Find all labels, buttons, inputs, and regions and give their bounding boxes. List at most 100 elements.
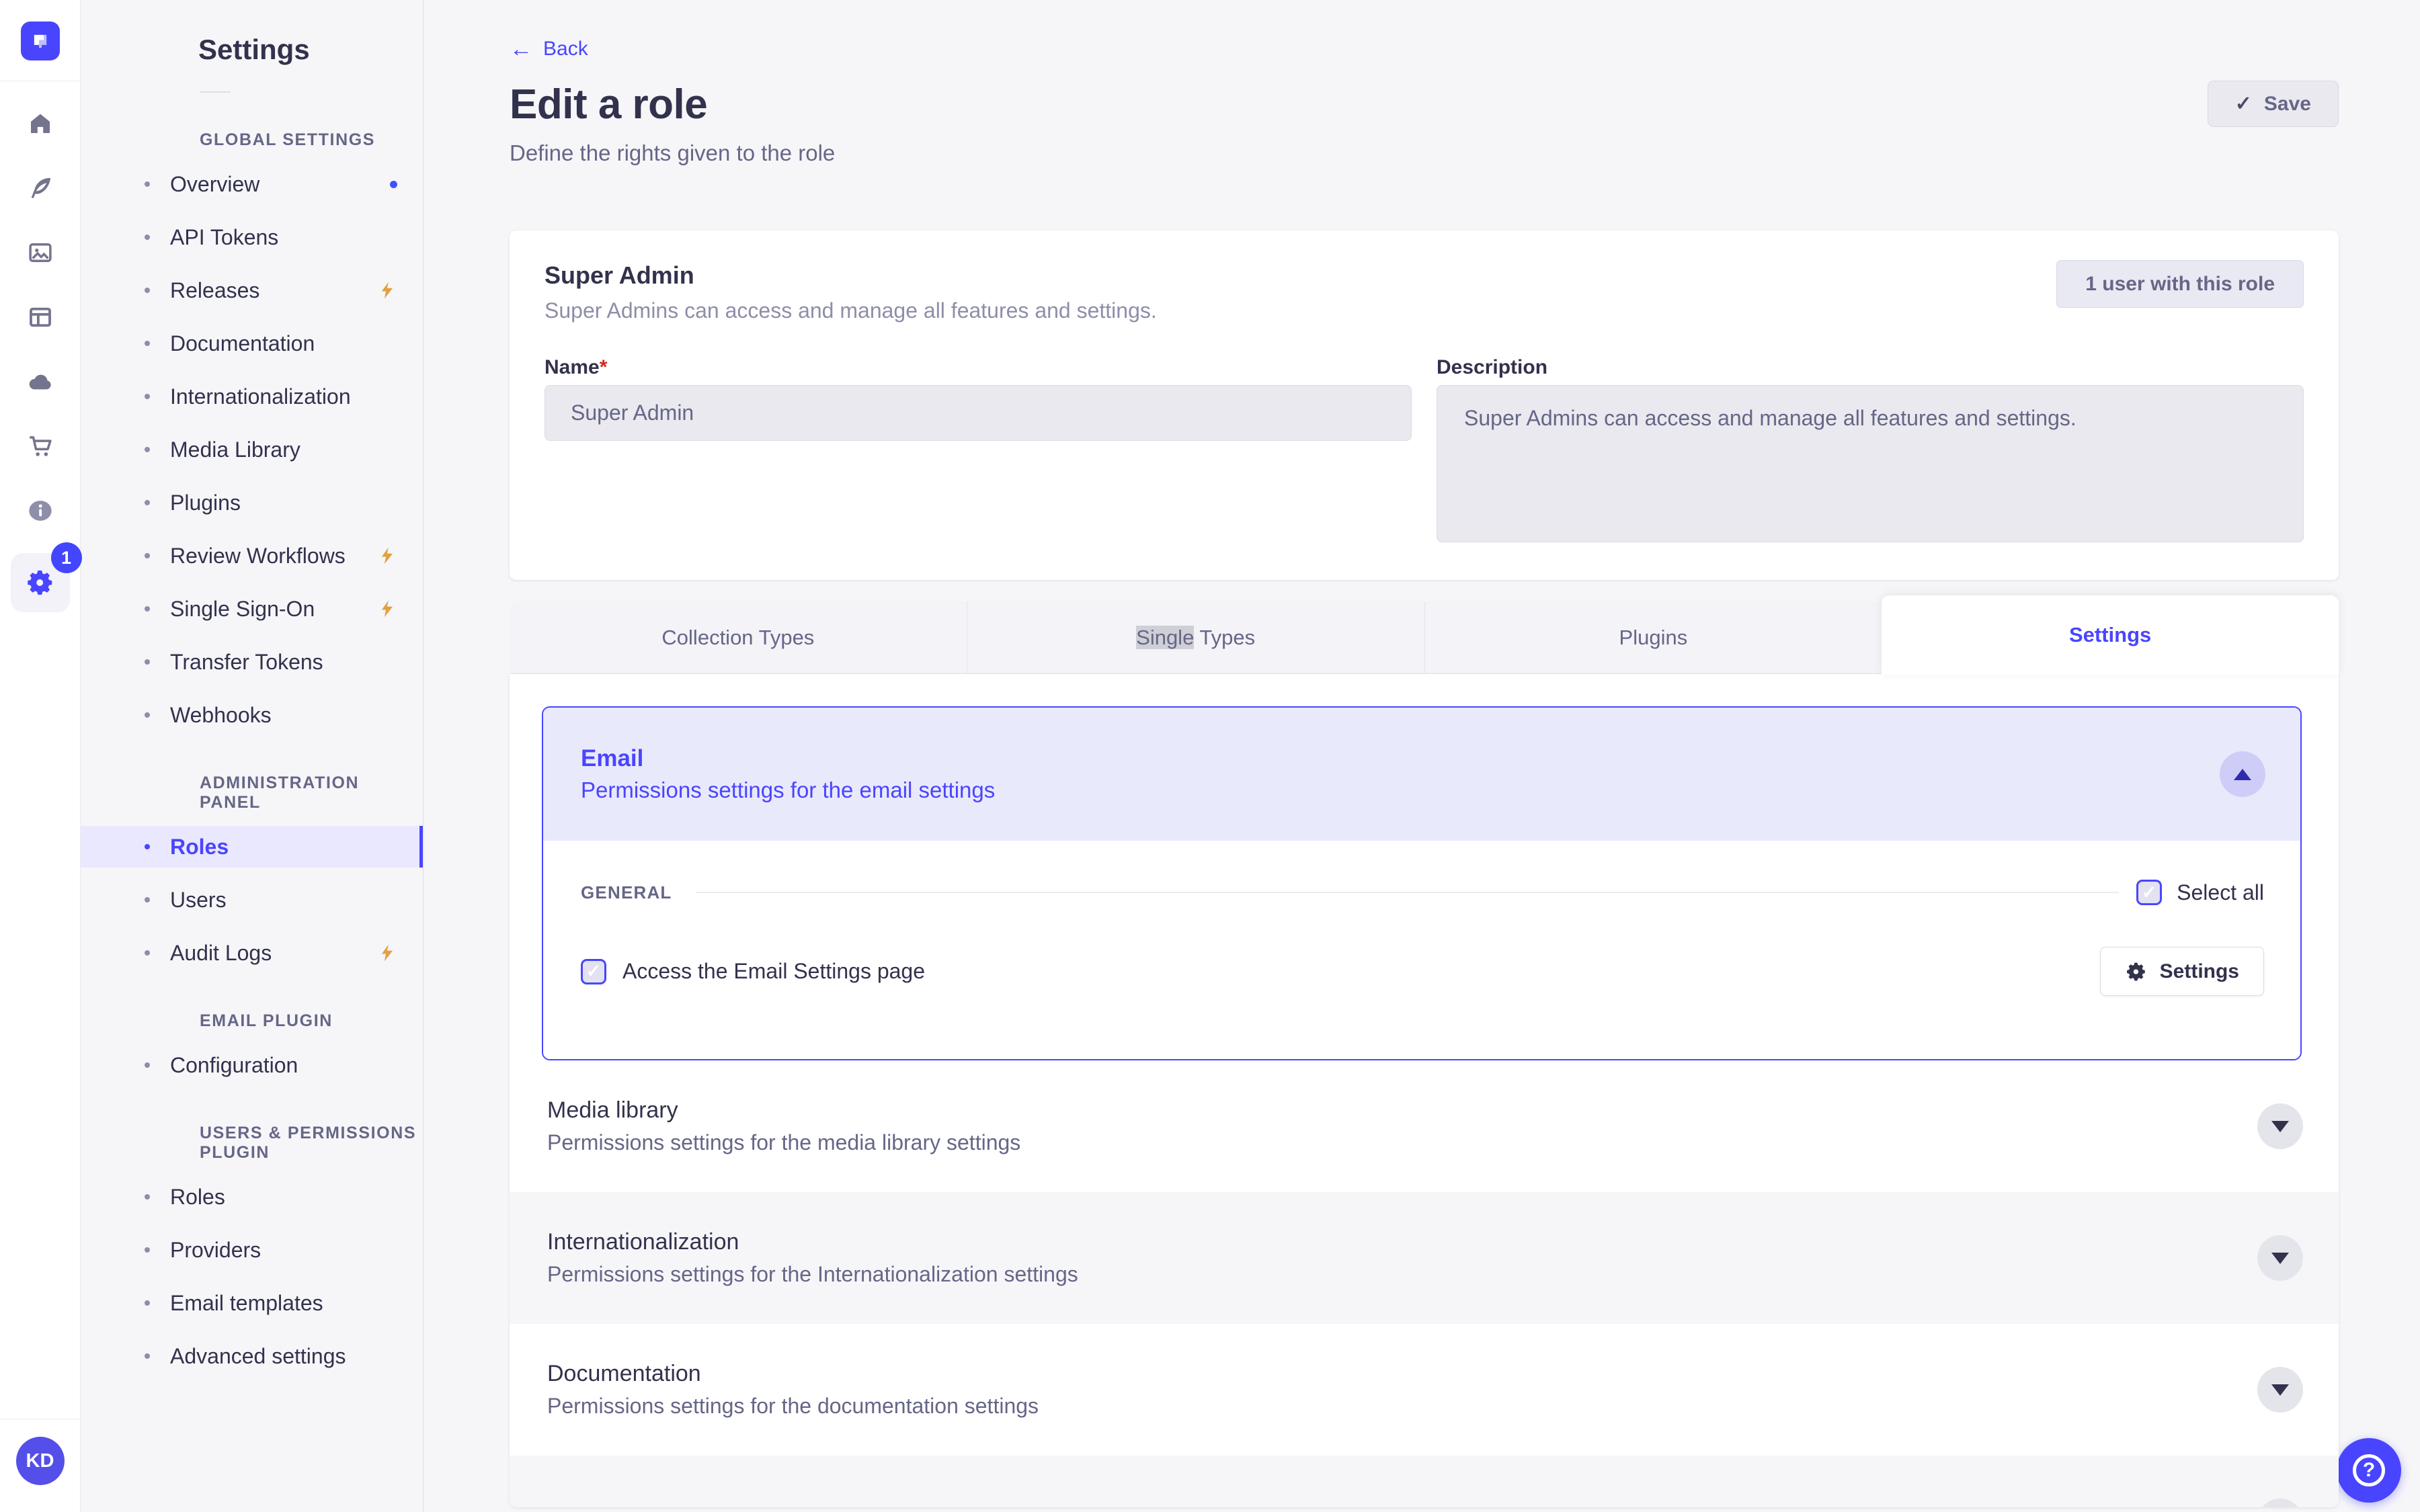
bullet-icon xyxy=(145,1353,150,1359)
sidebar-item-plugins[interactable]: Plugins xyxy=(81,482,423,523)
internationalization-permissions-row[interactable]: Internationalization Permissions setting… xyxy=(510,1192,2339,1324)
settings-notification-badge: 1 xyxy=(50,542,82,573)
user-avatar[interactable]: KD xyxy=(15,1437,65,1485)
chevron-down-icon xyxy=(2271,1384,2289,1396)
bullet-icon xyxy=(145,1300,150,1306)
marketplace-cart-icon[interactable] xyxy=(25,431,56,462)
required-asterisk: * xyxy=(599,356,608,378)
strapi-admin-app: 1 KD Settings GLOBAL SETTINGS Overview A… xyxy=(0,0,2420,1512)
bullet-icon xyxy=(145,181,150,187)
icon-rail: 1 KD xyxy=(0,0,82,1512)
expand-button[interactable] xyxy=(2257,1103,2303,1149)
save-button[interactable]: ✓ Save xyxy=(2207,81,2339,127)
lightning-bolt-icon xyxy=(377,545,397,566)
lightning-bolt-icon xyxy=(377,280,397,301)
sidebar-item-documentation[interactable]: Documentation xyxy=(81,323,423,364)
email-settings-button[interactable]: Settings xyxy=(2099,947,2264,996)
bullet-icon xyxy=(145,500,150,505)
users-with-role-button[interactable]: 1 user with this role xyxy=(2056,260,2304,308)
sidebar-item-releases[interactable]: Releases xyxy=(81,269,423,311)
bullet-icon xyxy=(145,897,150,902)
back-arrow-icon: ← xyxy=(510,36,532,62)
lightning-bolt-icon xyxy=(377,942,397,964)
tab-collection-types[interactable]: Collection Types xyxy=(510,601,967,673)
selected-text-highlight: Single xyxy=(1136,625,1195,649)
email-accordion-subtitle: Permissions settings for the email setti… xyxy=(581,778,996,802)
sidebar-item-api-tokens[interactable]: API Tokens xyxy=(81,216,423,258)
role-description-text: Super Admins can access and manage all f… xyxy=(544,298,1157,323)
email-accordion-title: Email xyxy=(581,745,644,771)
strapi-logo[interactable] xyxy=(20,22,60,60)
back-link[interactable]: ← Back xyxy=(510,38,588,60)
bullet-icon xyxy=(145,288,150,293)
sidebar-item-overview[interactable]: Overview xyxy=(81,163,423,205)
expand-button[interactable] xyxy=(2257,1367,2303,1413)
documentation-permissions-row[interactable]: Documentation Permissions settings for t… xyxy=(510,1324,2339,1456)
notification-dot xyxy=(390,180,397,188)
bullet-icon xyxy=(145,341,150,346)
bullet-icon xyxy=(145,659,150,665)
sidebar-title-rule xyxy=(200,91,231,93)
content-type-builder-icon[interactable] xyxy=(25,302,56,333)
name-input[interactable]: Super Admin xyxy=(544,385,1412,441)
sidebar-title: Settings xyxy=(198,34,310,65)
expand-button[interactable] xyxy=(2257,1235,2303,1281)
sidebar-item-configuration[interactable]: Configuration xyxy=(81,1044,423,1086)
sidebar-item-email-templates[interactable]: Email templates xyxy=(81,1282,423,1324)
collapse-button[interactable] xyxy=(2220,751,2265,797)
expand-button[interactable] xyxy=(2257,1499,2303,1507)
sidebar-item-users[interactable]: Users xyxy=(81,879,423,921)
sidebar-item-internationalization[interactable]: Internationalization xyxy=(81,376,423,417)
name-field-label: Name* xyxy=(544,356,608,378)
tab-settings[interactable]: Settings xyxy=(1882,595,2339,675)
sidebar-item-providers[interactable]: Providers xyxy=(81,1229,423,1271)
tab-single-types[interactable]: Single Types xyxy=(966,601,1424,673)
access-email-settings-label: Access the Email Settings page xyxy=(622,959,926,983)
section-label-global-settings: GLOBAL SETTINGS xyxy=(200,130,376,149)
check-icon: ✓ xyxy=(2234,93,2252,115)
sidebar-item-single-sign-on[interactable]: Single Sign-On xyxy=(81,588,423,630)
bullet-icon xyxy=(145,1194,150,1200)
sidebar-item-advanced-settings[interactable]: Advanced settings xyxy=(81,1335,423,1377)
bullet-icon xyxy=(145,606,150,612)
email-accordion-header[interactable]: Email Permissions settings for the email… xyxy=(543,708,2300,841)
select-all-label: Select all xyxy=(2177,880,2264,905)
cloud-icon[interactable] xyxy=(25,366,56,397)
sidebar-item-media-library[interactable]: Media Library xyxy=(81,429,423,470)
role-details-card: Super Admin Super Admins can access and … xyxy=(510,230,2339,580)
sidebar-item-transfer-tokens[interactable]: Transfer Tokens xyxy=(81,641,423,683)
media-library-icon[interactable] xyxy=(25,237,56,268)
role-title: Super Admin xyxy=(544,261,694,289)
sidebar-item-audit-logs[interactable]: Audit Logs xyxy=(81,932,423,974)
bullet-icon xyxy=(145,447,150,452)
home-icon[interactable] xyxy=(25,108,56,139)
plugins-marketplace-permissions-row[interactable]: Plugins and marketplace xyxy=(510,1456,2339,1507)
sidebar-item-review-workflows[interactable]: Review Workflows xyxy=(81,535,423,577)
section-label-administration-panel: ADMINISTRATION PANEL xyxy=(200,773,360,812)
settings-gear-icon[interactable]: 1 xyxy=(10,542,82,612)
section-label-email-plugin: EMAIL PLUGIN xyxy=(200,1011,333,1030)
tab-plugins[interactable]: Plugins xyxy=(1424,601,1882,673)
info-icon[interactable] xyxy=(25,495,56,526)
question-mark-icon: ? xyxy=(2353,1454,2385,1486)
bullet-icon xyxy=(145,1062,150,1068)
bullet-icon xyxy=(145,844,150,849)
access-email-settings-checkbox[interactable]: ✓ xyxy=(581,958,606,984)
chevron-down-icon xyxy=(2271,1120,2289,1132)
email-permissions-accordion: Email Permissions settings for the email… xyxy=(542,706,2302,1060)
sidebar-item-roles-admin[interactable]: Roles xyxy=(81,826,423,868)
chevron-down-icon xyxy=(2271,1252,2289,1264)
sidebar-item-webhooks[interactable]: Webhooks xyxy=(81,694,423,736)
page-title: Edit a role xyxy=(510,81,708,128)
sidebar-item-roles-up[interactable]: Roles xyxy=(81,1176,423,1218)
section-divider-line xyxy=(696,892,2120,893)
content-manager-feather-icon[interactable] xyxy=(25,173,56,204)
page-subtitle: Define the rights given to the role xyxy=(510,140,836,165)
help-button[interactable]: ? xyxy=(2337,1438,2401,1503)
lightning-bolt-icon xyxy=(377,598,397,620)
description-textarea[interactable]: Super Admins can access and manage all f… xyxy=(1437,385,2304,542)
select-all-checkbox[interactable]: ✓ xyxy=(2136,880,2163,905)
description-field-label: Description xyxy=(1437,356,1548,378)
media-library-permissions-row[interactable]: Media library Permissions settings for t… xyxy=(510,1060,2339,1192)
gear-icon xyxy=(2126,962,2145,980)
